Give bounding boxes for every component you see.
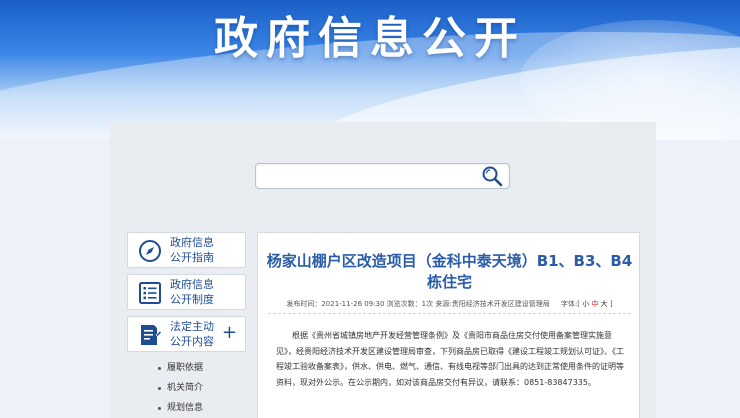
article-title: 杨家山棚户区改造项目（金科中泰天境）B1、B3、B4栋住宅 — [266, 252, 633, 291]
article-meta: 发布时间：2021-11-26 09:30 浏览次数：1次 来源:贵阳经济技术开… — [286, 300, 613, 308]
view-count: 1次 — [421, 300, 434, 308]
sub-menu-item-planning-info[interactable]: 规划信息 — [127, 398, 247, 418]
font-size-label: 字体:[ — [560, 300, 580, 308]
document-edit-icon — [141, 325, 162, 345]
article-body: 根据《贵州省城镇房地产开发经营管理条例》及《贵阳市商品住房交付使用备案管理实施意… — [276, 331, 624, 387]
search-box — [255, 163, 510, 189]
sidebar-item-label: 政府信息 公开指南 — [170, 236, 214, 264]
search-icon[interactable] — [481, 165, 503, 187]
compass-icon — [139, 240, 161, 262]
font-size-large-link[interactable]: 大 — [601, 300, 608, 308]
article-card: 杨家山棚户区改造项目（金科中泰天境）B1、B3、B4栋住宅 发布时间：2021-… — [257, 232, 640, 418]
font-size-small-link[interactable]: 小 — [582, 300, 589, 308]
page-title: 政府信息公开 — [214, 13, 526, 64]
expand-icon[interactable]: + — [222, 323, 237, 343]
sub-menu: 履职依据 机关简介 规划信息 — [127, 358, 247, 418]
sub-menu-item-agency-profile[interactable]: 机关简介 — [127, 378, 247, 398]
list-icon — [139, 282, 161, 304]
sub-menu-item-duty-basis[interactable]: 履职依据 — [127, 358, 247, 378]
article-source: 贵阳经济技术开发区建设管理局 — [451, 300, 550, 308]
publish-date: 2021-11-26 09:30 — [321, 300, 385, 308]
divider — [268, 313, 631, 314]
header-banner: 政府信息公开 — [0, 0, 740, 140]
sidebar-item-disclosure-guide[interactable]: 政府信息 公开指南 — [127, 232, 246, 268]
sidebar: 政府信息 公开指南 政府信息 公开制度 法定主动 公开内容 + 履职依据 机关简… — [127, 232, 247, 418]
sidebar-item-disclosure-system[interactable]: 政府信息 公开制度 — [127, 274, 246, 310]
sidebar-item-label: 政府信息 公开制度 — [170, 278, 214, 306]
sidebar-item-statutory-content[interactable]: 法定主动 公开内容 + — [127, 316, 246, 352]
search-input[interactable] — [262, 167, 472, 185]
main-panel: 政府信息 公开指南 政府信息 公开制度 法定主动 公开内容 + 履职依据 机关简… — [110, 122, 656, 418]
font-size-medium-link[interactable]: 中 — [591, 300, 598, 308]
